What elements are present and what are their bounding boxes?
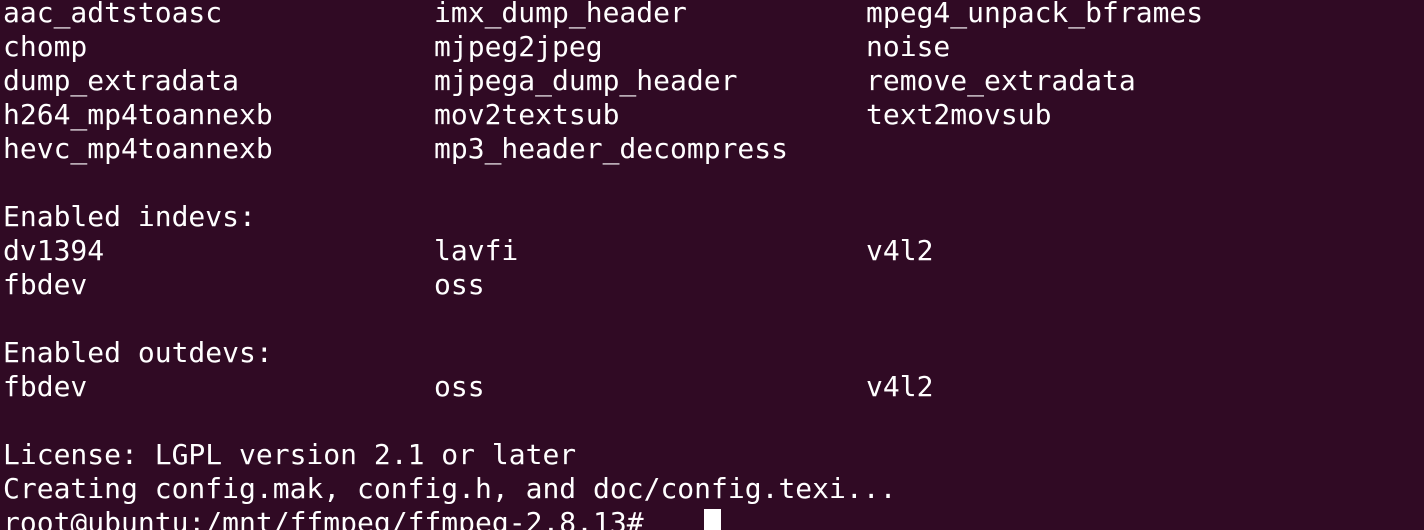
- outdevs-header: Enabled outdevs:: [3, 336, 273, 369]
- indev-item: oss: [434, 268, 485, 301]
- terminal-output: aac_adtstoasc imx_dump_header mpeg4_unpa…: [0, 0, 1424, 530]
- bsf-row: h264_mp4toannexb mov2textsub text2movsub: [0, 98, 1424, 132]
- indev-item: fbdev: [3, 268, 88, 301]
- outdev-item: v4l2: [866, 370, 934, 403]
- bsf-item: hevc_mp4toannexb: [3, 132, 273, 165]
- bsf-item: remove_extradata: [866, 64, 1136, 97]
- command-prompt-line[interactable]: root@ubuntu:/mnt/ffmpeg/ffmpeg-2.8.13#: [0, 506, 1424, 530]
- indev-item: lavfi: [434, 234, 519, 267]
- bsf-row: hevc_mp4toannexb mp3_header_decompress: [0, 132, 1424, 166]
- license-line: License: LGPL version 2.1 or later: [0, 438, 1424, 472]
- outdev-item: fbdev: [3, 370, 88, 403]
- bsf-row: aac_adtstoasc imx_dump_header mpeg4_unpa…: [0, 0, 1424, 30]
- indev-item: v4l2: [866, 234, 934, 267]
- bsf-row: chomp mjpeg2jpeg noise: [0, 30, 1424, 64]
- license-text: License: LGPL version 2.1 or later: [3, 438, 577, 471]
- outdevs-header-line: Enabled outdevs:: [0, 336, 1424, 370]
- indevs-header-line: Enabled indevs:: [0, 200, 1424, 234]
- bsf-item: mjpega_dump_header: [434, 64, 738, 97]
- indevs-header: Enabled indevs:: [3, 200, 256, 233]
- indevs-row: fbdev oss: [0, 268, 1424, 302]
- bsf-item: text2movsub: [866, 98, 1052, 131]
- bsf-item: mjpeg2jpeg: [434, 30, 603, 63]
- bsf-item: mov2textsub: [434, 98, 620, 131]
- terminal-window[interactable]: aac_adtstoasc imx_dump_header mpeg4_unpa…: [0, 0, 1424, 530]
- outdevs-row: fbdev oss v4l2: [0, 370, 1424, 404]
- bsf-item: aac_adtstoasc: [3, 0, 223, 29]
- bsf-row: dump_extradata mjpega_dump_header remove…: [0, 64, 1424, 98]
- shell-prompt: root@ubuntu:/mnt/ffmpeg/ffmpeg-2.8.13#: [3, 506, 644, 530]
- creating-line: Creating config.mak, config.h, and doc/c…: [0, 472, 1424, 506]
- text-cursor: [704, 509, 721, 530]
- indev-item: dv1394: [3, 234, 105, 267]
- bsf-item: h264_mp4toannexb: [3, 98, 273, 131]
- bsf-item: dump_extradata: [3, 64, 240, 97]
- bsf-item: chomp: [3, 30, 88, 63]
- creating-config-text: Creating config.mak, config.h, and doc/c…: [3, 472, 897, 505]
- bsf-item: mpeg4_unpack_bframes: [866, 0, 1204, 29]
- indevs-row: dv1394 lavfi v4l2: [0, 234, 1424, 268]
- bsf-item: imx_dump_header: [434, 0, 687, 29]
- bsf-item: mp3_header_decompress: [434, 132, 789, 165]
- outdev-item: oss: [434, 370, 485, 403]
- bsf-item: noise: [866, 30, 951, 63]
